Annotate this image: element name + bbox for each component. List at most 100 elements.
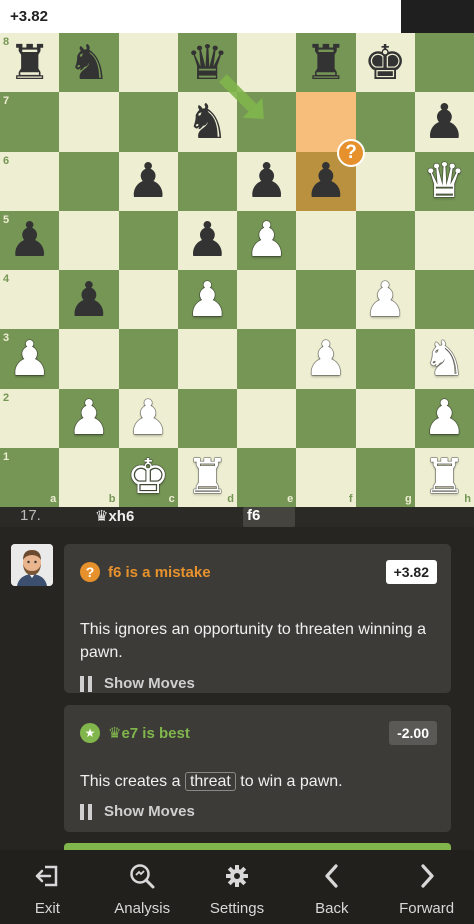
square-b4[interactable]: ♟	[59, 270, 119, 330]
square-h3[interactable]: ♞	[414, 329, 474, 389]
square-g1[interactable]: g	[355, 447, 415, 507]
square-e7[interactable]	[237, 92, 297, 152]
white-queen-icon[interactable]: ♛	[415, 152, 474, 211]
black-queen-icon[interactable]: ♛	[178, 33, 237, 92]
square-c4[interactable]	[118, 270, 178, 330]
black-pawn-icon[interactable]: ♟	[59, 270, 118, 329]
square-d3[interactable]	[177, 329, 237, 389]
square-d4[interactable]: ♟	[177, 270, 237, 330]
white-pawn-icon[interactable]: ♟	[178, 270, 237, 329]
square-e4[interactable]	[237, 270, 297, 330]
white-pawn-icon[interactable]: ♟	[59, 389, 118, 448]
best-score-badge: -2.00	[389, 721, 437, 745]
square-e2[interactable]	[237, 388, 297, 448]
square-d8[interactable]: ♛	[177, 33, 237, 93]
square-h5[interactable]	[414, 210, 474, 270]
exit-label: Exit	[34, 900, 60, 917]
black-pawn-icon[interactable]: ♟	[178, 211, 237, 270]
square-b1[interactable]: b	[59, 447, 119, 507]
analysis-button[interactable]: Analysis	[95, 850, 190, 924]
square-d2[interactable]	[177, 388, 237, 448]
show-moves-button[interactable]: Show Moves	[80, 803, 195, 820]
white-pawn-icon[interactable]: ♟	[119, 389, 178, 448]
square-c3[interactable]	[118, 329, 178, 389]
black-pawn-icon[interactable]: ♟	[415, 92, 474, 151]
eval-bar-white-fill	[0, 0, 401, 33]
square-c2[interactable]: ♟	[118, 388, 178, 448]
white-knight-icon[interactable]: ♞	[415, 329, 474, 388]
square-b8[interactable]: ♞	[59, 33, 119, 93]
square-d7[interactable]: ♞	[177, 92, 237, 152]
square-a3[interactable]: 3 ♟	[0, 329, 60, 389]
square-c7[interactable]	[118, 92, 178, 152]
best-move-card: ★ ♛e7 is best -2.00 This creates a threa…	[64, 705, 451, 832]
square-d1[interactable]: d ♜	[177, 447, 237, 507]
square-c1[interactable]: c ♚	[118, 447, 178, 507]
square-b6[interactable]	[59, 151, 119, 211]
chess-board[interactable]: 8 ♜ ♞ ♛ ♜ ♚ 7 ♞ ♟ 6 ♟ ♟ ♟ ♛ 5 ♟ ♟ ♟ 4 ♟ ♟ ♟ 3 ♟ ♟ ♞ 2 ♟ ♟ ♟ 1 a b c ♚ d ♜ e f g…	[0, 33, 474, 507]
square-g8[interactable]: ♚	[355, 33, 415, 93]
square-f5[interactable]	[296, 210, 356, 270]
square-g2[interactable]	[355, 388, 415, 448]
square-c6[interactable]: ♟	[118, 151, 178, 211]
square-f8[interactable]: ♜	[296, 33, 356, 93]
black-move-current[interactable]: f6	[243, 507, 295, 527]
square-a8[interactable]: 8 ♜	[0, 33, 60, 93]
square-g4[interactable]: ♟	[355, 270, 415, 330]
bottom-toolbar: Exit Analysis Settings Back Forward	[0, 850, 474, 924]
mistake-card: ? f6 is a mistake +3.82 This ignores an …	[64, 544, 451, 693]
square-h4[interactable]	[414, 270, 474, 330]
square-h2[interactable]: ♟	[414, 388, 474, 448]
square-a1[interactable]: 1a	[0, 447, 60, 507]
square-h1[interactable]: h ♜	[414, 447, 474, 507]
square-a2[interactable]: 2	[0, 388, 60, 448]
black-pawn-icon[interactable]: ♟	[237, 152, 296, 211]
forward-button[interactable]: Forward	[379, 850, 474, 924]
square-b3[interactable]	[59, 329, 119, 389]
square-g3[interactable]	[355, 329, 415, 389]
white-pawn-icon[interactable]: ♟	[415, 389, 474, 448]
square-f2[interactable]	[296, 388, 356, 448]
white-pawn-icon[interactable]: ♟	[237, 211, 296, 270]
square-b5[interactable]	[59, 210, 119, 270]
square-a6[interactable]: 6	[0, 151, 60, 211]
square-g6[interactable]	[355, 151, 415, 211]
next-action-strip[interactable]	[64, 843, 451, 850]
square-b7[interactable]	[59, 92, 119, 152]
square-h6[interactable]: ♛	[414, 151, 474, 211]
black-knight-icon[interactable]: ♞	[59, 33, 118, 92]
square-d6[interactable]	[177, 151, 237, 211]
white-move[interactable]: ♛xh6	[95, 507, 134, 525]
threat-link[interactable]: threat	[184, 772, 236, 791]
show-moves-button[interactable]: Show Moves	[80, 675, 195, 692]
exit-button[interactable]: Exit	[0, 850, 95, 924]
square-c8[interactable]	[118, 33, 178, 93]
back-button[interactable]: Back	[284, 850, 379, 924]
square-a5[interactable]: 5 ♟	[0, 210, 60, 270]
square-e5[interactable]: ♟	[237, 210, 297, 270]
square-c5[interactable]	[118, 210, 178, 270]
square-e3[interactable]	[237, 329, 297, 389]
square-a7[interactable]: 7	[0, 92, 60, 152]
square-b2[interactable]: ♟	[59, 388, 119, 448]
square-g5[interactable]	[355, 210, 415, 270]
square-e1[interactable]: e	[237, 447, 297, 507]
white-pawn-icon[interactable]: ♟	[296, 329, 355, 388]
square-h8[interactable]	[414, 33, 474, 93]
square-e8[interactable]	[237, 33, 297, 93]
square-a4[interactable]: 4	[0, 270, 60, 330]
square-f3[interactable]: ♟	[296, 329, 356, 389]
square-g7[interactable]	[355, 92, 415, 152]
square-e6[interactable]: ♟	[237, 151, 297, 211]
black-pawn-icon[interactable]: ♟	[119, 152, 178, 211]
square-d5[interactable]: ♟	[177, 210, 237, 270]
square-h7[interactable]: ♟	[414, 92, 474, 152]
settings-button[interactable]: Settings	[190, 850, 285, 924]
black-king-icon[interactable]: ♚	[356, 33, 415, 92]
white-pawn-icon[interactable]: ♟	[356, 270, 415, 329]
black-rook-icon[interactable]: ♜	[296, 33, 355, 92]
square-f4[interactable]	[296, 270, 356, 330]
coach-feedback-panel: ? f6 is a mistake +3.82 This ignores an …	[0, 527, 474, 850]
black-knight-icon[interactable]: ♞	[178, 92, 237, 151]
square-f1[interactable]: f	[296, 447, 356, 507]
